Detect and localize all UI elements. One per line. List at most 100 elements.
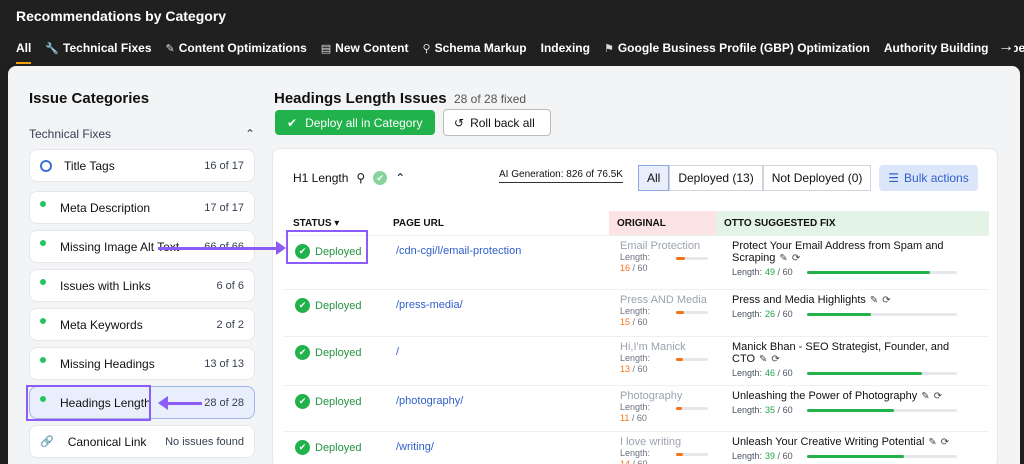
- link-icon: 🔗: [40, 436, 54, 448]
- status-badge: ✔ Deployed: [295, 345, 361, 360]
- deploy-all-button[interactable]: ✔ Deploy all in Category: [275, 110, 435, 135]
- original-text: Hi,I'm Manick: [620, 341, 686, 353]
- sidebar-item-meta-description[interactable]: Meta Description 17 of 17: [29, 191, 255, 224]
- issue-categories-title: Issue Categories: [29, 90, 150, 107]
- suggested-fix: Manick Bhan - SEO Strategist, Founder, a…: [732, 341, 982, 378]
- tab-indexing[interactable]: Indexing: [541, 41, 590, 55]
- page-url-link[interactable]: /writing/: [396, 441, 434, 453]
- suggested-text: Press and Media Highlights: [732, 294, 866, 306]
- sidebar-item-count: 6 of 6: [216, 279, 244, 292]
- length-value: 13: [620, 364, 631, 374]
- tab-schema-markup[interactable]: ⚲ Schema Markup: [423, 41, 527, 55]
- filter-deployed[interactable]: Deployed (13): [669, 165, 763, 191]
- page-title: Recommendations by Category: [16, 8, 227, 24]
- tab-label: Google Business Profile (GBP) Optimizati…: [617, 41, 870, 55]
- sidebar-item-title-tags[interactable]: Title Tags 16 of 17: [29, 149, 255, 182]
- filter-all[interactable]: All: [638, 165, 670, 191]
- suggested-length: Length: 26 / 60: [732, 309, 982, 319]
- document-icon: ▤: [320, 42, 332, 55]
- table-row: ✔ Deployed / Hi,I'm Manick Length: 13 / 60 Man…: [283, 336, 989, 385]
- table-row: ✔ Deployed/cdn-cgi/l/email-protection Emai…: [283, 235, 989, 289]
- tab-technical-fixes[interactable]: 🔧 Technical Fixes: [45, 41, 151, 55]
- sidebar-item-count: 28 of 28: [204, 396, 244, 409]
- length-max: 60: [782, 405, 793, 415]
- deploy-all-label: Deploy all in Category: [305, 115, 423, 130]
- original-text: Email Protection: [620, 240, 701, 252]
- suggested-fix: Unleash Your Creative Writing Potential ✎…: [732, 436, 982, 461]
- original-text: Press AND Media: [620, 294, 707, 306]
- h1-length-filter[interactable]: H1 Length ⚲ ✔ ⌃: [293, 171, 405, 185]
- original-heading: Email Protection Length: 16 / 60: [620, 240, 720, 274]
- length-max: 60: [637, 364, 648, 374]
- tab-gbp-optimization[interactable]: ⚑ Google Business Profile (GBP) Optimizat…: [604, 41, 870, 55]
- regenerate-icon[interactable]: ⟳: [934, 391, 942, 402]
- tab-label: Indexing: [540, 41, 590, 55]
- regenerate-icon[interactable]: ⟳: [882, 295, 890, 306]
- tab-new-content[interactable]: ▤ New Content: [321, 41, 409, 55]
- technical-fixes-group[interactable]: Technical Fixes ⌃: [29, 127, 255, 141]
- issues-card: H1 Length ⚲ ✔ ⌃ AI Generation: 826 of 76…: [272, 148, 998, 464]
- bulk-actions-button[interactable]: ☰ Bulk actions: [879, 165, 978, 191]
- length-label: Length:: [732, 368, 763, 378]
- sidebar-item-issues-with-links[interactable]: Issues with Links 6 of 6: [29, 269, 255, 302]
- original-length-value: 13 / 60: [620, 364, 648, 374]
- status-label: Deployed: [315, 395, 362, 408]
- tab-label: New Content: [335, 41, 409, 55]
- suggested-fix: Protect Your Email Address from Spam and…: [732, 240, 982, 277]
- length-label: Length:: [732, 405, 763, 415]
- issues-title: Headings Length Issues: [274, 90, 447, 107]
- regenerate-icon[interactable]: ⟳: [771, 354, 779, 365]
- length-value: 35: [765, 405, 776, 415]
- status-label: Deployed: [315, 299, 362, 312]
- column-label: STATUS: [293, 217, 332, 229]
- length-label: Length:: [620, 402, 651, 412]
- edit-icon[interactable]: ✎: [779, 253, 787, 264]
- sidebar-item-canonical-link[interactable]: 🔗 Canonical Link No issues found: [29, 425, 255, 458]
- arrow-right-icon[interactable]: →: [992, 38, 1014, 56]
- length-value: 46: [765, 368, 776, 378]
- filter-not-deployed[interactable]: Not Deployed (0): [762, 165, 872, 191]
- tab-label: Schema Markup: [434, 41, 527, 55]
- sidebar-item-missing-headings[interactable]: Missing Headings 13 of 13: [29, 347, 255, 380]
- sort-down-icon: ▾: [334, 217, 340, 229]
- page-url-link[interactable]: /press-media/: [396, 299, 463, 311]
- sidebar-item-meta-keywords[interactable]: Meta Keywords 2 of 2: [29, 308, 255, 341]
- sidebar-item-label: Missing Headings: [60, 356, 155, 371]
- original-heading: Photography Length: 11 / 60: [620, 390, 720, 424]
- original-text: Photography: [620, 390, 683, 402]
- edit-icon[interactable]: ✎: [870, 295, 878, 306]
- page-url-link[interactable]: /cdn-cgi/l/email-protection: [396, 245, 521, 257]
- sidebar-item-count: 17 of 17: [204, 201, 244, 214]
- rollback-all-button[interactable]: ↺ Roll back all: [443, 109, 551, 136]
- regenerate-icon[interactable]: ⟳: [792, 253, 800, 264]
- tab-all[interactable]: All: [16, 41, 32, 64]
- group-label: Technical Fixes: [29, 127, 112, 141]
- status-label: Deployed: [315, 346, 362, 359]
- status-badge: ✔ Deployed: [295, 440, 361, 455]
- search-icon[interactable]: ⚲: [356, 171, 365, 185]
- regenerate-icon[interactable]: ⟳: [941, 437, 949, 448]
- tab-label: Technical Fixes: [63, 41, 152, 55]
- length-max: 60: [637, 317, 648, 327]
- sidebar-item-label: Meta Keywords: [60, 317, 143, 332]
- original-length-value: 16 / 60: [620, 263, 648, 273]
- check-icon: ✔: [373, 171, 388, 185]
- chevron-up-icon[interactable]: ⌃: [395, 171, 405, 185]
- original-length-value: 15 / 60: [620, 317, 648, 327]
- tab-content-optimizations[interactable]: ✎ Content Optimizations: [166, 41, 307, 55]
- bulk-actions-label: Bulk actions: [904, 171, 969, 185]
- edit-icon[interactable]: ✎: [928, 437, 936, 448]
- status-filter: All Deployed (13) Not Deployed (0): [638, 165, 872, 191]
- status-dot-icon: [40, 200, 46, 207]
- category-tabs: All 🔧 Technical Fixes ✎ Content Optimizati…: [16, 41, 1024, 64]
- edit-icon[interactable]: ✎: [921, 391, 929, 402]
- map-pin-icon: ⚑: [603, 42, 614, 55]
- length-value: 26: [765, 309, 776, 319]
- page-url-link[interactable]: /: [396, 346, 399, 358]
- column-original: ORIGINAL: [609, 211, 716, 235]
- edit-icon[interactable]: ✎: [759, 354, 767, 365]
- suggested-length-bar: [806, 454, 957, 458]
- status-label: Deployed: [315, 441, 362, 454]
- page-url-link[interactable]: /photography/: [396, 395, 463, 407]
- sidebar-item-count: 16 of 17: [204, 159, 244, 172]
